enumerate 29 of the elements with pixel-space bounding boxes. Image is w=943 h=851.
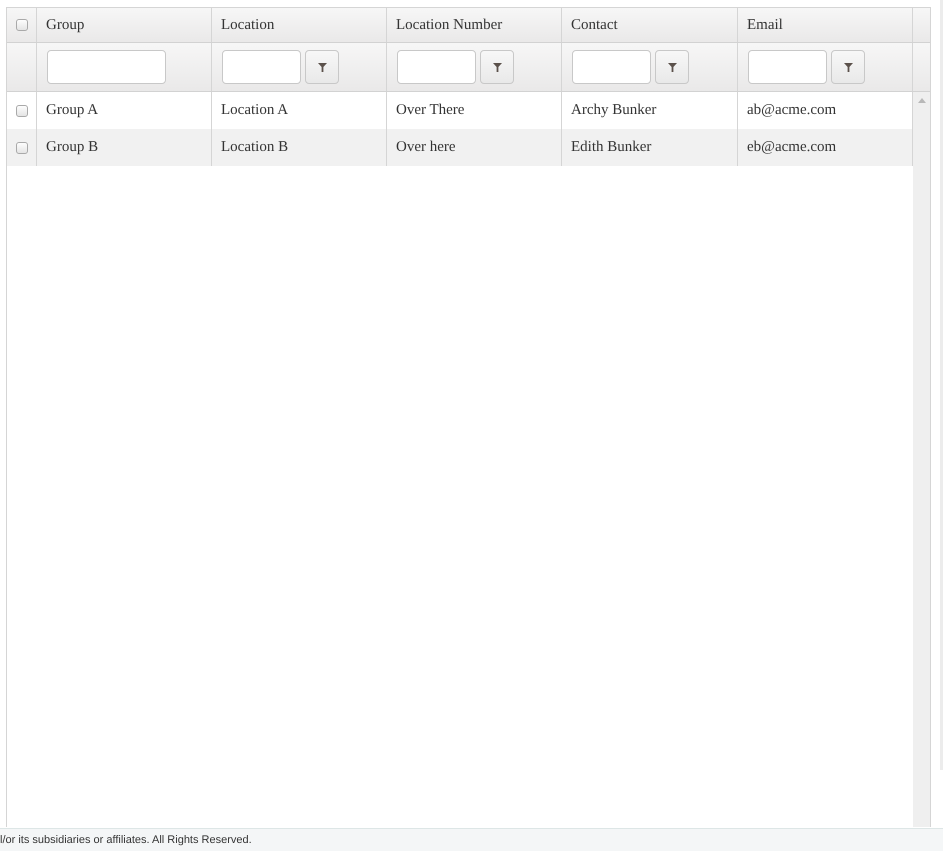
row-checkbox[interactable]: [16, 104, 28, 116]
column-header[interactable]: Location: [212, 8, 387, 42]
filter-input[interactable]: [572, 50, 651, 84]
up-arrow-icon[interactable]: [918, 98, 926, 103]
filter-input[interactable]: [47, 50, 166, 84]
filter-icon: [492, 62, 502, 72]
filter-icon: [668, 62, 676, 72]
filter-input[interactable]: [397, 50, 476, 84]
select-all-checkbox[interactable]: [16, 19, 28, 31]
vertical-scrollbar[interactable]: [913, 92, 930, 827]
table-cell: Edith Bunker: [562, 129, 738, 166]
table-cell: Location B: [212, 129, 387, 166]
table-row[interactable]: Group B Location B Over here Edith Bunker eb@acme.com: [7, 129, 913, 166]
copyright-text: l/or its subsidiaries or affiliates. All Rights Reserved.: [0, 834, 252, 846]
table-cell: Group B: [37, 129, 212, 166]
column-header[interactable]: Email: [738, 8, 913, 42]
column-header[interactable]: Contact: [562, 8, 738, 42]
filter-button[interactable]: [480, 50, 514, 84]
row-checkbox[interactable]: [16, 142, 28, 154]
filter-button[interactable]: [305, 50, 339, 84]
filter-button[interactable]: [831, 50, 865, 84]
column-header[interactable]: Location Number: [387, 8, 562, 42]
column-header[interactable]: Group: [37, 8, 212, 42]
filter-icon: [844, 62, 852, 72]
table-cell: Over here: [387, 129, 562, 166]
filter-input[interactable]: [222, 50, 301, 84]
filter-button[interactable]: [655, 50, 689, 84]
filter-icon: [318, 62, 326, 72]
filter-input[interactable]: [748, 50, 827, 84]
